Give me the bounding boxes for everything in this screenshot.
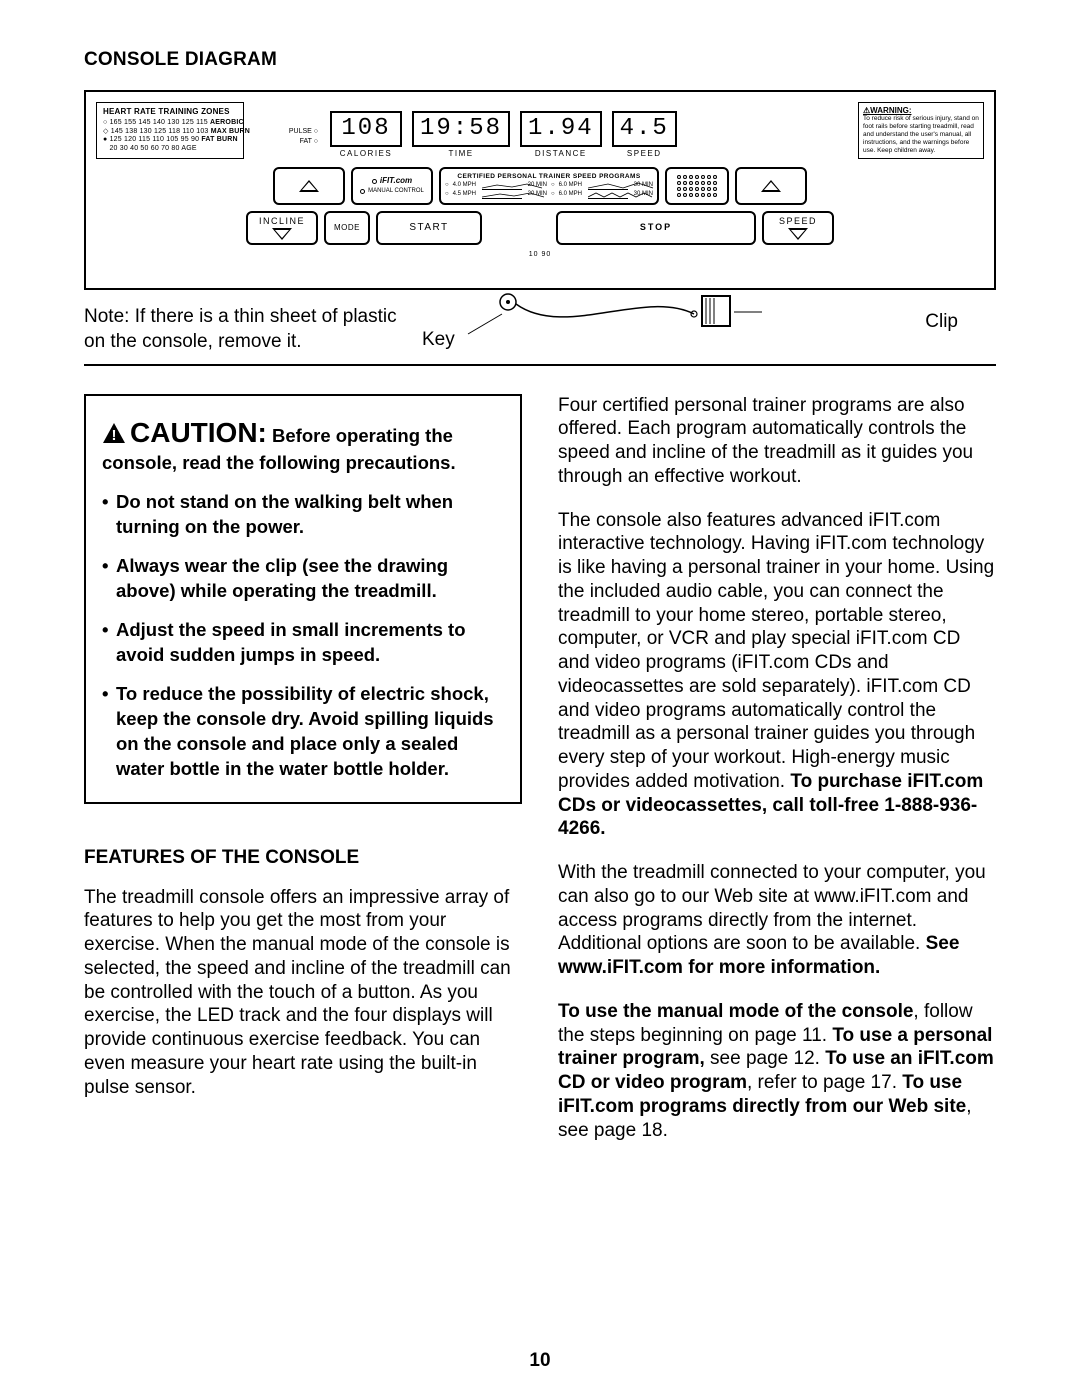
- hr-row-aerobic: ○ 165 155 145 140 130 125 115 AEROBIC: [103, 119, 237, 128]
- svg-text:!: !: [112, 427, 117, 444]
- ifit-panel: iFIT.com MANUAL CONTROL: [351, 167, 433, 205]
- time-value: 19:58: [412, 111, 510, 147]
- calories-label: CALORIES: [330, 149, 402, 159]
- calories-display: 108 CALORIES: [330, 111, 402, 159]
- caution-item: Adjust the speed in small increments to …: [102, 618, 504, 668]
- console-footer-text: 10 90: [96, 251, 984, 260]
- caution-item: To reduce the possibility of electric sh…: [102, 682, 504, 782]
- plastic-note: Note: If there is a thin sheet of plasti…: [84, 304, 414, 355]
- arrow-down-icon: [788, 228, 808, 240]
- features-heading: FEATURES OF THE CONSOLE: [84, 846, 522, 870]
- time-display: 19:58 TIME: [412, 111, 510, 159]
- distance-display: 1.94 DISTANCE: [520, 111, 602, 159]
- calories-value: 108: [330, 111, 402, 147]
- arrow-up-icon: [299, 180, 319, 192]
- stop-button: STOP: [556, 211, 756, 245]
- ifit-logo: iFIT.com: [380, 176, 412, 186]
- warning-box: ⚠WARNING: To reduce risk of serious inju…: [858, 102, 984, 159]
- distance-label: DISTANCE: [520, 149, 602, 159]
- right-p3: With the treadmill connected to your com…: [558, 861, 996, 980]
- speed-value: 4.5: [612, 111, 677, 147]
- led-dots-icon: [677, 175, 717, 197]
- console-diagram: HEART RATE TRAINING ZONES ○ 165 155 145 …: [84, 90, 996, 290]
- caution-item: Always wear the clip (see the drawing ab…: [102, 554, 504, 604]
- right-p2: The console also features advanced iFIT.…: [558, 509, 996, 842]
- led-track-panel: [665, 167, 729, 205]
- right-p1: Four certified personal trainer programs…: [558, 394, 996, 489]
- mode-button: MODE: [324, 211, 370, 245]
- arrow-up-icon: [761, 180, 781, 192]
- hr-zones-title: HEART RATE TRAINING ZONES: [103, 107, 237, 117]
- speed-up-panel: [735, 167, 807, 205]
- dot-icon: [372, 179, 377, 184]
- arrow-down-icon: [272, 228, 292, 240]
- diagram-annotations: Note: If there is a thin sheet of plasti…: [84, 284, 996, 354]
- console-bottom-row: INCLINE MODE START STOP SPEED: [96, 211, 984, 245]
- section-divider: [84, 364, 996, 366]
- hr-row-age: 20 30 40 50 60 70 80 AGE: [103, 145, 237, 154]
- program-row: ○4.5 MPH 20 MIN ○6.0 MPH 30 MIN: [445, 191, 653, 199]
- start-button: START: [376, 211, 482, 245]
- incline-up-panel: [273, 167, 345, 205]
- warning-triangle-icon: !: [102, 422, 126, 451]
- speed-display: 4.5 SPEED: [612, 111, 677, 159]
- console-mid-row: iFIT.com MANUAL CONTROL CERTIFIED PERSON…: [96, 167, 984, 205]
- features-paragraph: The treadmill console offers an impressi…: [84, 886, 522, 1100]
- dot-icon: [360, 189, 365, 194]
- warning-title: ⚠WARNING:: [863, 106, 979, 116]
- speed-button: SPEED: [762, 211, 834, 245]
- lcd-displays: PULSE ○ FAT ○ 108 CALORIES 19:58 TIME 1.…: [250, 102, 677, 159]
- incline-button: INCLINE: [246, 211, 318, 245]
- clip-label: Clip: [925, 310, 958, 334]
- hr-row-maxburn: ◇ 145 138 130 125 118 110 103 MAX BURN: [103, 128, 237, 137]
- caution-box: ! CAUTION: Before operating the console,…: [84, 394, 522, 804]
- caution-list: Do not stand on the walking belt when tu…: [102, 490, 504, 782]
- pulse-fat-labels: PULSE ○ FAT ○: [280, 127, 320, 159]
- right-p4: To use the manual mode of the console, f…: [558, 1000, 996, 1143]
- time-label: TIME: [412, 149, 510, 159]
- hr-row-fatburn: ● 125 120 115 110 105 95 90 FAT BURN: [103, 136, 237, 145]
- right-column: Four certified personal trainer programs…: [558, 394, 996, 1163]
- left-column: ! CAUTION: Before operating the console,…: [84, 394, 522, 1163]
- page-number: 10: [0, 1349, 1080, 1373]
- warning-text: To reduce risk of serious injury, stand …: [863, 115, 979, 154]
- section-heading: CONSOLE DIAGRAM: [84, 48, 996, 72]
- caution-item: Do not stand on the walking belt when tu…: [102, 490, 504, 540]
- body-columns: ! CAUTION: Before operating the console,…: [84, 394, 996, 1163]
- manual-control-label: MANUAL CONTROL: [368, 188, 424, 196]
- caution-title: CAUTION:: [130, 417, 267, 448]
- console-top-row: HEART RATE TRAINING ZONES ○ 165 155 145 …: [96, 102, 984, 159]
- key-clip-drawing: [444, 284, 804, 344]
- heart-rate-zones-box: HEART RATE TRAINING ZONES ○ 165 155 145 …: [96, 102, 244, 159]
- distance-value: 1.94: [520, 111, 602, 147]
- speed-label: SPEED: [612, 149, 677, 159]
- programs-panel: CERTIFIED PERSONAL TRAINER SPEED PROGRAM…: [439, 167, 659, 205]
